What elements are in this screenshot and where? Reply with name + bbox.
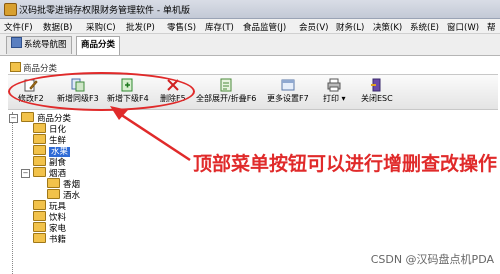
annotation-text: 顶部菜单按钮可以进行增删查改操作 <box>193 153 498 175</box>
folder-icon <box>10 62 21 72</box>
menu-purchase[interactable]: 采购(C) <box>86 21 116 33</box>
panel-title-label: 商品分类 <box>23 64 58 74</box>
menu-food-supervision[interactable]: 食品监管(J) <box>243 21 286 33</box>
expand-collapse-button[interactable]: 全部展开/折叠F6 <box>196 78 256 104</box>
expand-collapse-label: 全部展开/折叠F6 <box>196 94 257 103</box>
window-title: 汉码批零进销存权限财务管理软件 - 单机版 <box>19 6 190 16</box>
chevron-down-icon: ▾ <box>339 94 346 103</box>
folder-icon <box>33 200 46 210</box>
navigation-icon <box>11 37 22 48</box>
menu-retail[interactable]: 零售(S) <box>167 21 196 33</box>
menu-decision[interactable]: 决策(K) <box>373 21 402 33</box>
folder-icon <box>21 112 34 122</box>
menu-system[interactable]: 系统(E) <box>410 21 439 33</box>
close-button[interactable]: 关闭ESC <box>361 78 393 104</box>
more-settings-label: 更多设置F7 <box>267 94 309 103</box>
menu-window[interactable]: 窗口(W) <box>447 21 479 33</box>
title-bar: 汉码批零进销存权限财务管理软件 - 单机版 <box>0 0 500 19</box>
folder-icon <box>33 211 46 221</box>
tab-label: 系统导航图 <box>24 40 67 50</box>
menu-file[interactable]: 文件(F) <box>4 21 33 33</box>
print-icon <box>327 78 341 92</box>
menu-finance[interactable]: 财务(L) <box>336 21 364 33</box>
category-tree: − 商品分类 日化 生鲜 水果 副食 − 烟酒 香烟 酒水 玩具 饮料 家电 书… <box>9 112 183 274</box>
folder-icon <box>47 189 60 199</box>
more-settings-icon <box>281 79 295 91</box>
menu-inventory[interactable]: 库存(T) <box>205 21 234 33</box>
panel-title: 商品分类 <box>10 62 57 74</box>
folder-icon <box>33 233 46 243</box>
tab-product-category[interactable]: 商品分类 <box>76 36 121 55</box>
menu-bar: 文件(F) 数据(B) 采购(C) 批发(P) 零售(S) 库存(T) 食品监管… <box>0 19 500 34</box>
folder-icon <box>33 156 46 166</box>
highlight-oval <box>8 72 195 111</box>
tab-label: 商品分类 <box>81 40 116 50</box>
tab-system-navigation[interactable]: 系统导航图 <box>6 36 72 54</box>
menu-member[interactable]: 会员(V) <box>299 21 328 33</box>
app-icon <box>4 3 17 16</box>
watermark: CSDN @汉码盘点机PDA <box>370 253 494 266</box>
expand-collapse-icon <box>220 78 232 92</box>
print-label: 打印 <box>323 94 339 103</box>
folder-icon <box>33 222 46 232</box>
tab-bar: 系统导航图 商品分类 <box>0 34 500 56</box>
menu-wholesale[interactable]: 批发(P) <box>126 21 155 33</box>
close-label: 关闭ESC <box>361 94 393 103</box>
collapse-toggle[interactable]: − <box>9 114 18 123</box>
folder-icon <box>33 167 46 177</box>
tree-item[interactable]: 书籍 <box>33 233 66 245</box>
print-button[interactable]: 打印 ▾ <box>323 78 346 104</box>
folder-icon <box>47 178 60 188</box>
more-settings-button[interactable]: 更多设置F7 <box>267 78 309 104</box>
collapse-toggle[interactable]: − <box>21 169 30 178</box>
folder-icon <box>33 134 46 144</box>
folder-icon <box>33 145 46 155</box>
menu-data[interactable]: 数据(B) <box>43 21 72 33</box>
close-icon <box>370 78 381 92</box>
menu-help[interactable]: 帮 <box>487 21 496 33</box>
folder-icon <box>33 123 46 133</box>
